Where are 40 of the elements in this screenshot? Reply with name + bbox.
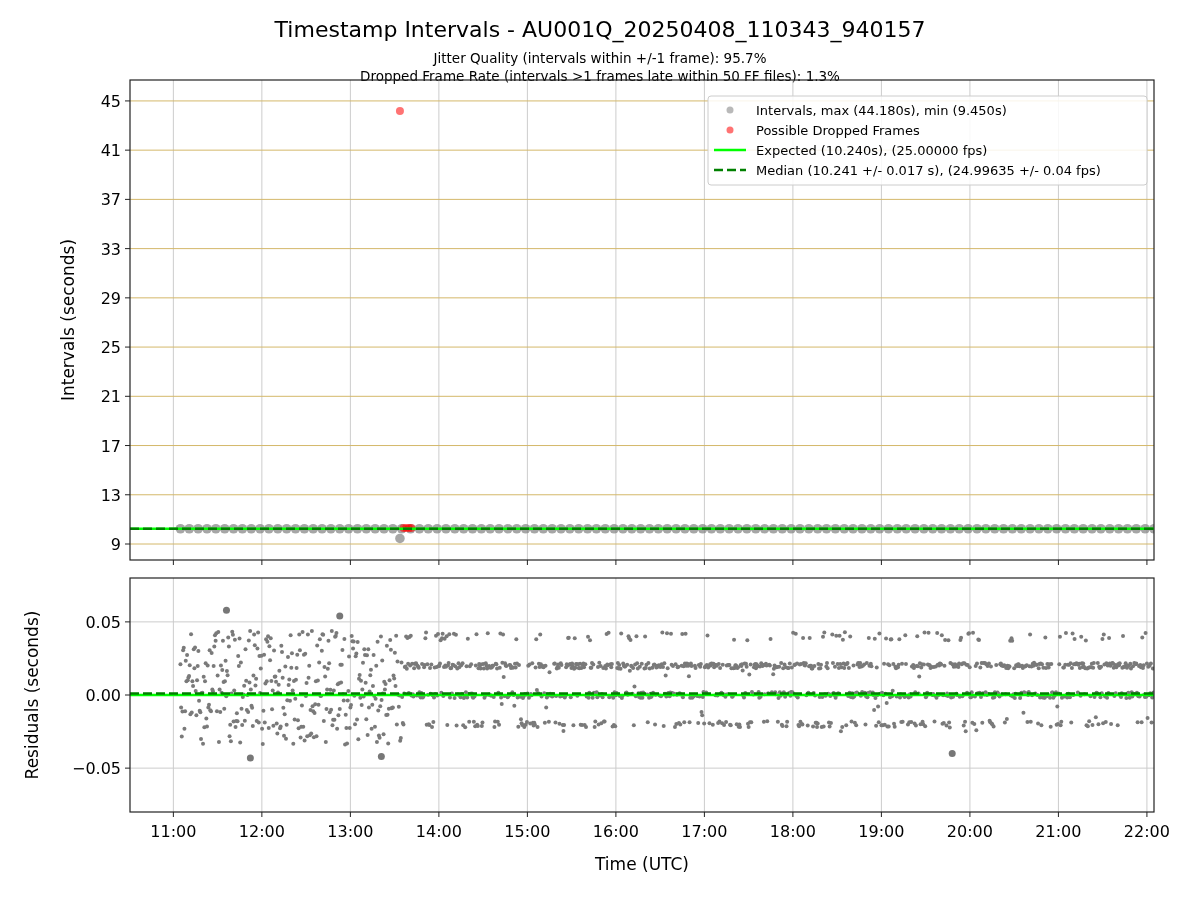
y-tick-label: 13	[100, 485, 121, 505]
x-tick-label: 18:00	[769, 822, 816, 841]
y-tick-label: 25	[100, 338, 121, 358]
point	[222, 606, 230, 614]
x-tick-label: 21:00	[1035, 822, 1082, 841]
y-tick-label: 37	[100, 190, 121, 210]
y-tick-label: 41	[100, 141, 121, 161]
point	[246, 754, 254, 762]
x-tick-label: 11:00	[150, 822, 197, 841]
y-tick-label: −0.05	[71, 759, 121, 779]
x-tick-label: 20:00	[946, 822, 993, 841]
y-tick-label: 45	[100, 91, 121, 111]
x-tick-label: 19:00	[858, 822, 905, 841]
y-tick-label: 0.00	[85, 686, 121, 705]
legend-label: Median (10.241 +/- 0.017 s), (24.99635 +/- 0.04 fps)	[756, 162, 1101, 178]
y-tick-label: 29	[100, 288, 121, 308]
chart-subtitle: Jitter Quality (intervals within +/-1 frame): 95.7%	[433, 50, 767, 66]
y-tick-label: 9	[110, 535, 121, 554]
y-tick-label: 33	[100, 239, 121, 259]
x-tick-label: 13:00	[327, 822, 374, 841]
x-axis-label: Time (UTC)	[595, 854, 689, 874]
legend-label: Possible Dropped Frames	[756, 122, 920, 138]
y-tick-label: 21	[100, 387, 121, 407]
x-tick-label: 14:00	[415, 822, 462, 841]
x-tick-label: 16:00	[592, 822, 639, 841]
y-tick-label: 0.05	[85, 612, 121, 632]
x-tick-label: 17:00	[681, 822, 728, 841]
point	[948, 750, 956, 757]
y-axis-label: Intervals (seconds)	[58, 238, 78, 402]
legend-label: Expected (10.240s), (25.00000 fps)	[756, 142, 988, 158]
chart-title: Timestamp Intervals - AU001Q_20250408_110343_940157	[274, 17, 926, 42]
x-tick-label: 22:00	[1123, 822, 1170, 841]
y-axis-label: Residuals (seconds)	[22, 610, 42, 780]
legend-label: Intervals, max (44.180s), min (9.450s)	[756, 102, 1007, 118]
point	[336, 612, 344, 620]
x-tick-label: 15:00	[504, 822, 551, 841]
point	[377, 752, 385, 760]
x-tick-label: 12:00	[238, 822, 285, 841]
y-tick-label: 17	[100, 436, 121, 456]
chart-subtitle: Dropped Frame Rate (intervals >1 frames late within 50 FF files): 1.3%	[360, 68, 840, 84]
